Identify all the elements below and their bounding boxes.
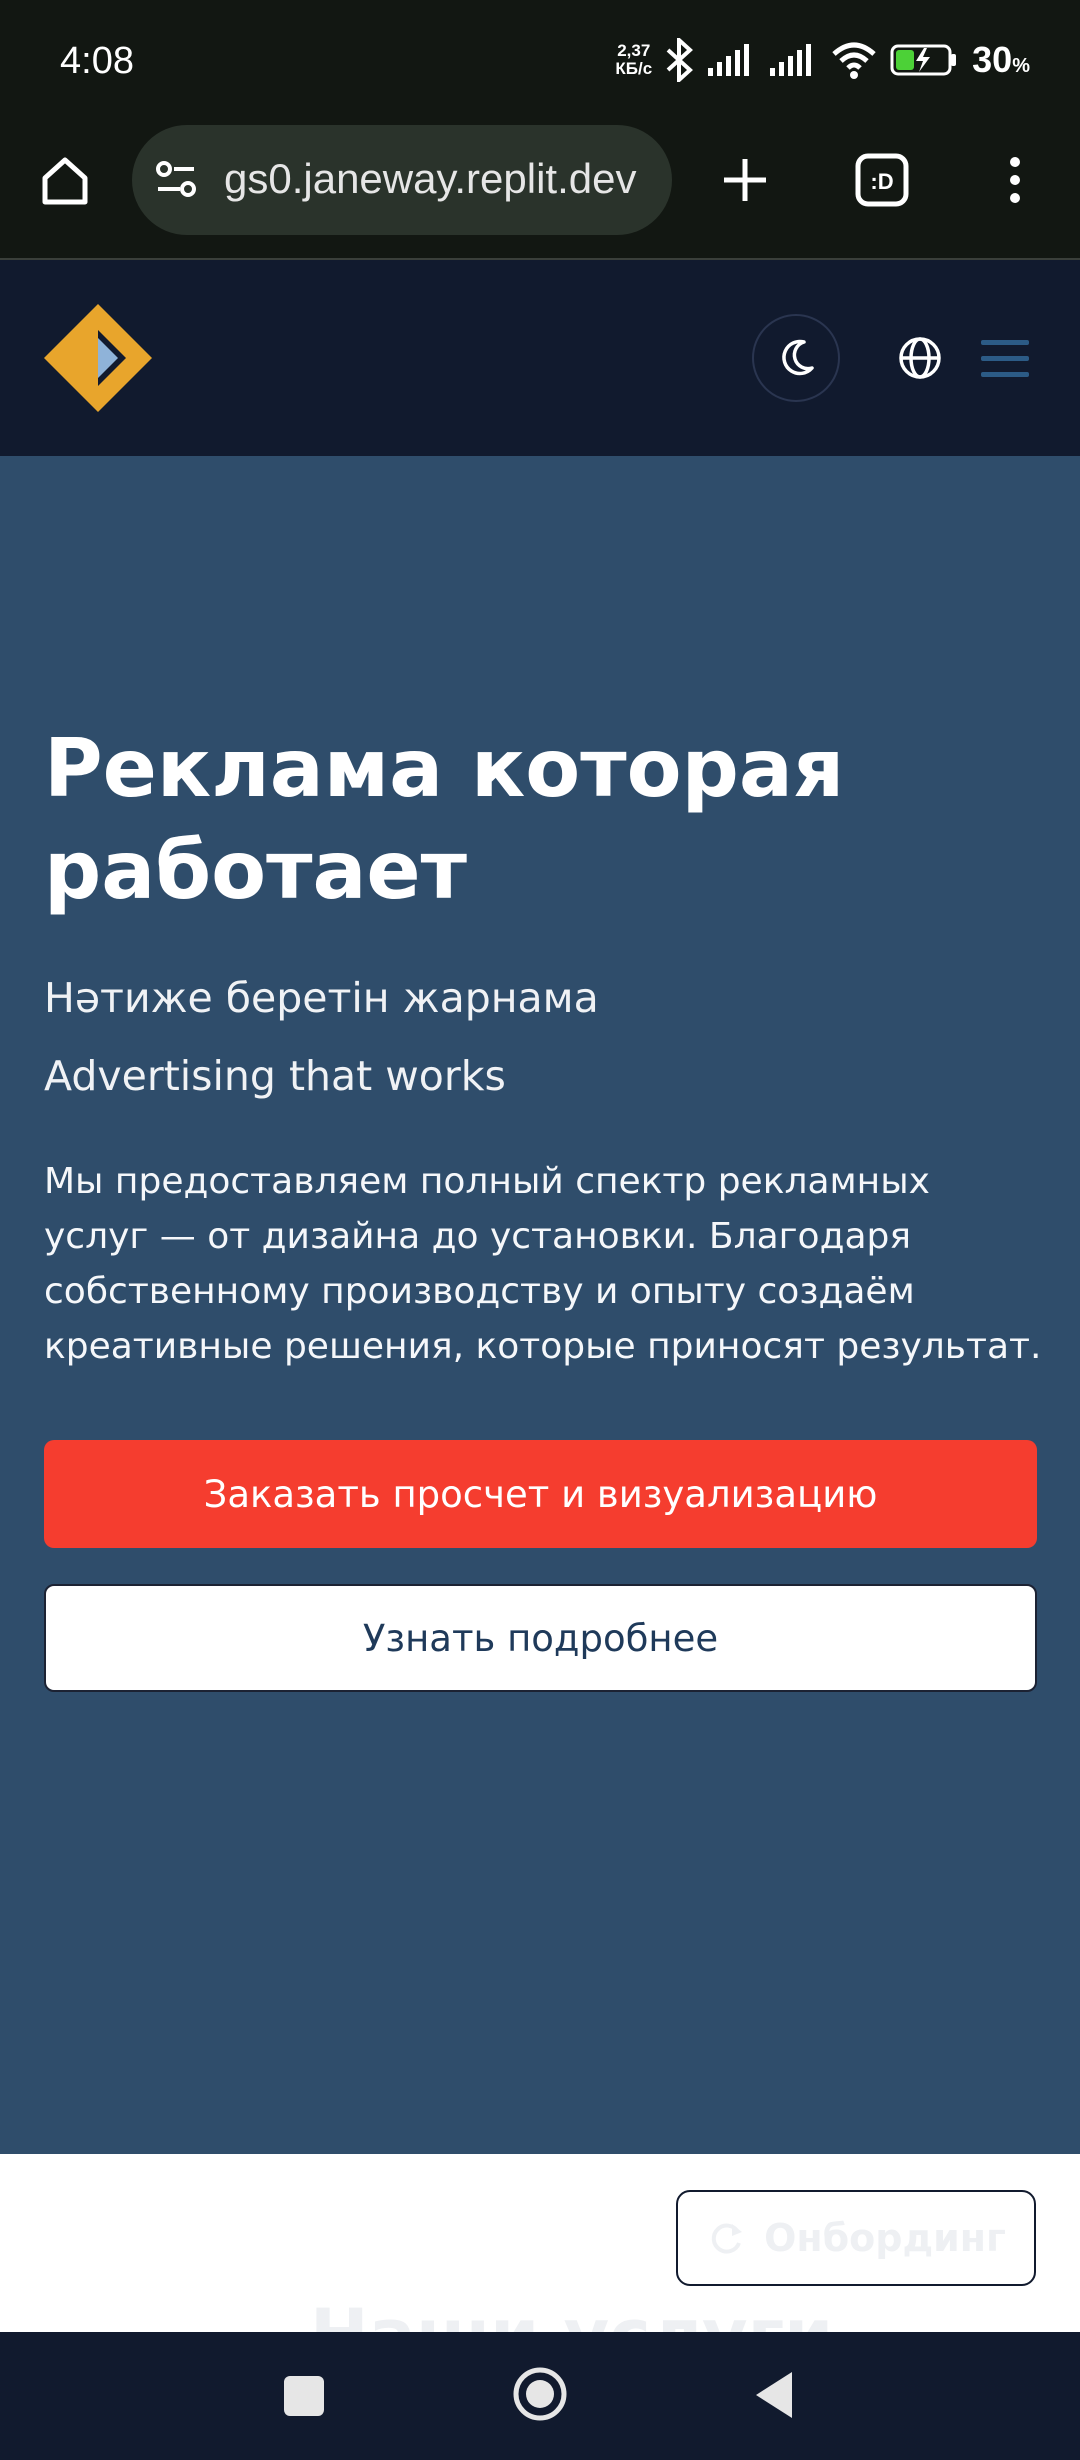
browser-toolbar: gs0.janeway.replit.dev :D (0, 125, 1080, 260)
onboarding-label: Онбординг (764, 2216, 1006, 2260)
services-title: Наши услуги (310, 2294, 833, 2332)
onboarding-button[interactable]: Онбординг (676, 2190, 1036, 2286)
more-menu-icon[interactable] (990, 145, 1040, 215)
url-text: gs0.janeway.replit.dev (224, 155, 637, 202)
language-button[interactable] (876, 314, 964, 402)
wifi-icon (832, 42, 876, 79)
globe-icon (899, 337, 941, 379)
system-navigation-bar (0, 2332, 1080, 2460)
logo-icon[interactable] (42, 302, 154, 414)
recents-icon[interactable] (282, 2374, 326, 2418)
address-bar[interactable]: gs0.janeway.replit.dev (132, 125, 672, 235)
site-settings-icon[interactable] (154, 159, 202, 199)
hero-title: Реклама которая работает (44, 722, 845, 917)
clock: 4:08 (60, 40, 134, 82)
hamburger-menu-icon[interactable] (970, 314, 1040, 402)
tab-switcher-icon[interactable]: :D (845, 143, 919, 217)
signal-icon-2 (770, 44, 812, 76)
hero-description: Мы предоставляем полный спектр рекламных… (44, 1161, 1042, 1367)
theme-toggle-button[interactable] (752, 314, 840, 402)
back-icon[interactable] (752, 2370, 796, 2420)
svg-text::D: :D (870, 169, 893, 194)
network-speed: 2,37 КБ/с (615, 41, 653, 78)
hero-subtitle-english: Advertising that works (44, 1052, 506, 1100)
learn-more-button[interactable]: Узнать подробнее (44, 1584, 1037, 1692)
battery-icon (890, 44, 957, 76)
site-header (0, 260, 1080, 456)
status-bar: 4:08 2,37 КБ/с 30% (0, 0, 1080, 125)
signal-icon (708, 44, 750, 76)
status-icons: 2,37 КБ/с 30% (615, 38, 1030, 82)
home-icon[interactable] (30, 145, 100, 215)
order-calculation-button[interactable]: Заказать просчет и визуализацию (44, 1440, 1037, 1548)
moon-icon (782, 339, 814, 376)
hero-section: Реклама которая работает Нәтиже беретін … (0, 456, 1080, 2154)
services-section: Онбординг Наши услуги (0, 2154, 1080, 2332)
battery-percent: 30% (972, 39, 1030, 80)
bluetooth-icon (666, 38, 694, 82)
home-circle-icon[interactable] (512, 2366, 568, 2422)
refresh-icon (711, 2223, 743, 2254)
new-tab-icon[interactable] (710, 145, 780, 215)
hero-subtitle-kazakh: Нәтиже беретін жарнама (44, 974, 599, 1022)
